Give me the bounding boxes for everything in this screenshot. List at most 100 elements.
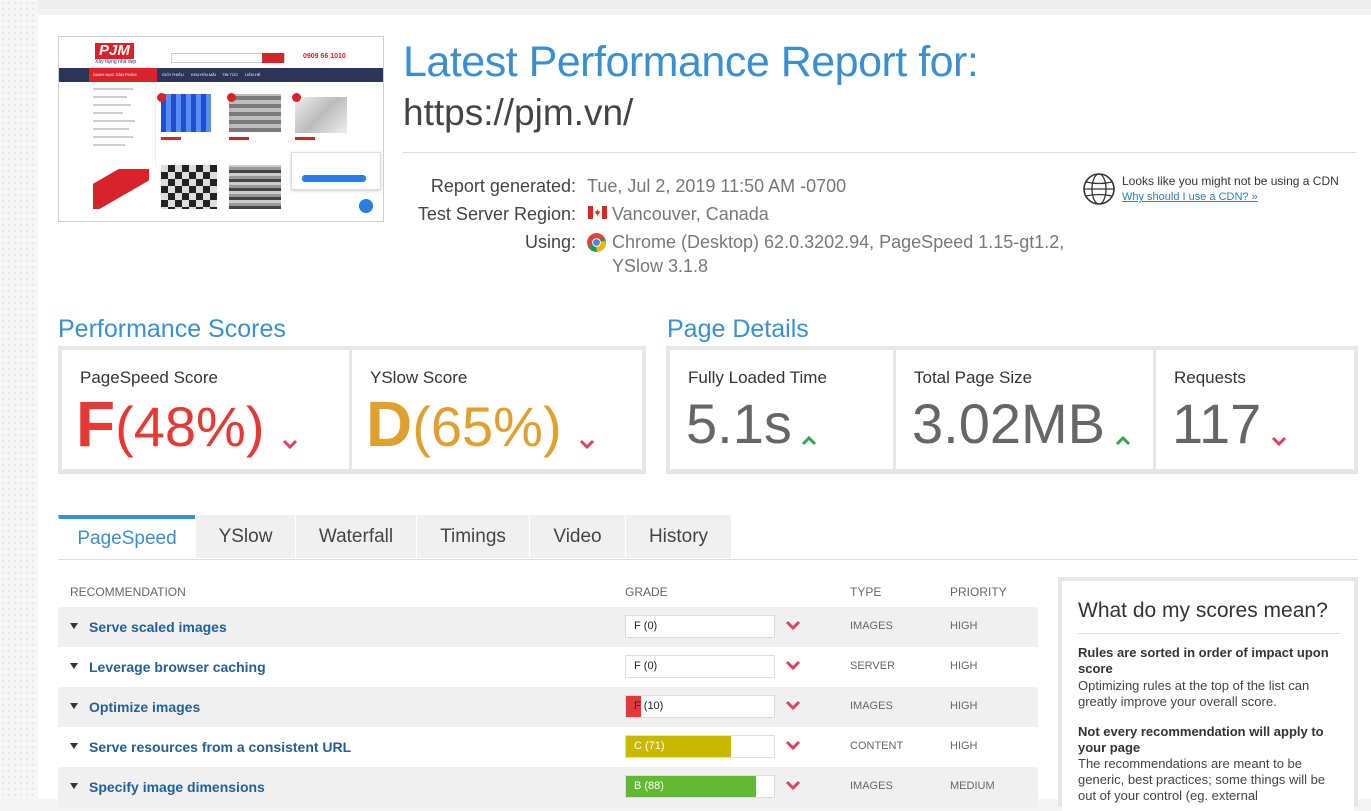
column-header-grade[interactable]: GRADE [625,585,668,599]
trend-down-icon [579,401,595,461]
globe-icon [1083,173,1115,205]
requests-card: Requests 117 [1156,350,1354,469]
expand-triangle-icon[interactable] [70,783,78,789]
grade-bar: F (0) [625,615,775,638]
trend-up-icon [1115,398,1131,458]
requests-value: 117 [1172,392,1262,455]
thumb-nav-item: KHUYẾN MÃI [191,72,216,77]
performance-scores-box: PageSpeed Score F(48%) YSlow Score D(65%… [58,346,646,474]
fully-loaded-label: Fully Loaded Time [688,368,827,387]
recommendation-name[interactable]: Optimize images [89,699,200,715]
expand-triangle-icon[interactable] [70,623,78,629]
pagespeed-score-card: PageSpeed Score F(48%) [62,350,349,469]
report-url: https://pjm.vn/ [403,92,634,133]
grade-bar: F (0) [625,655,775,678]
grade-bar: C (71) [625,735,775,758]
chevron-down-icon[interactable] [785,739,801,751]
pagespeed-percent: (48%) [115,395,265,458]
trend-down-icon [1271,398,1287,458]
thumb-messenger-icon [359,199,373,213]
page-details-title: Page Details [667,315,809,343]
explainer-text-1: Optimizing rules at the top of the list … [1078,678,1310,709]
recommendation-name[interactable]: Serve resources from a consistent URL [89,739,351,755]
yslow-score-label: YSlow Score [370,368,468,387]
chevron-down-icon[interactable] [785,659,801,671]
thumb-nav-item: TIN TỨC [222,72,239,77]
recommendation-type: IMAGES [850,780,893,792]
thumb-product-blue-tiles [161,94,211,132]
grade-text: C (71) [634,740,665,752]
chevron-down-icon[interactable] [785,779,801,791]
page-title: Latest Performance Report for: [403,38,979,86]
grade-text: F (0) [634,620,658,632]
thumb-chat-popup [291,152,381,190]
trend-down-icon [282,401,298,461]
cdn-notice: Looks like you might not be using a CDN [1122,174,1339,188]
canada-flag-icon [588,206,607,219]
tab-pagespeed[interactable]: PageSpeed [58,515,195,559]
grade-bar: F (10) [625,695,775,718]
tab-history[interactable]: History [625,515,731,558]
recommendation-name[interactable]: Leverage browser caching [89,659,266,675]
table-row[interactable]: Leverage browser caching F (0) SERVER HIGH [58,647,1038,687]
recommendation-name[interactable]: Specify image dimensions [89,779,265,795]
table-row[interactable]: Serve resources from a consistent URL C (… [58,727,1038,767]
column-header-type[interactable]: TYPE [850,585,881,599]
left-pattern-strip [0,0,38,799]
table-row[interactable]: Optimize images F (10) IMAGES HIGH [58,687,1038,727]
using-value-line1: Chrome (Desktop) 62.0.3202.94, PageSpeed… [612,232,1065,252]
fully-loaded-value: 5.1s [686,392,792,455]
tab-yslow[interactable]: YSlow [195,515,295,558]
report-tabs: PageSpeed YSlow Waterfall Timings Video … [58,515,1358,560]
column-header-priority[interactable]: PRIORITY [950,585,1007,599]
chevron-down-icon[interactable] [785,619,801,631]
scores-explainer-panel: What do my scores mean? Rules are sorted… [1058,577,1358,811]
pagespeed-score-label: PageSpeed Score [80,368,218,387]
total-page-size-label: Total Page Size [914,368,1033,387]
region-label: Test Server Region: [417,204,576,224]
fully-loaded-value-wrap: 5.1s [686,394,817,458]
recommendation-type: SERVER [850,660,896,672]
thumb-nav-item: GIỚI THIỆU [162,72,184,77]
thumb-tagline: Xây dựng nhà đẹp [95,59,137,65]
chevron-down-icon[interactable] [785,699,801,711]
fully-loaded-card: Fully Loaded Time 5.1s [670,350,893,469]
explainer-heading-2: Not every recommendation will apply to y… [1078,724,1324,755]
table-row[interactable]: Serve scaled images F (0) IMAGES HIGH [58,607,1038,647]
thumb-product-marble [295,97,347,133]
yslow-score-card: YSlow Score D(65%) [352,350,642,469]
grade-text: F (0) [634,660,658,672]
expand-triangle-icon[interactable] [70,743,78,749]
site-screenshot-thumbnail: PJM Xây dựng nhà đẹp 0909 66 1010 DANH M… [58,36,384,222]
grade-bar: B (88) [625,775,775,798]
thumb-nav-item: DANH MỤC SẢN PHẨM [93,72,137,77]
total-page-size-value-wrap: 3.02MB [912,394,1131,458]
page-details-box: Fully Loaded Time 5.1s Total Page Size 3… [666,346,1358,474]
recommendation-name[interactable]: Serve scaled images [89,619,227,635]
recommendation-priority: MEDIUM [950,780,995,792]
scores-explainer-inner: What do my scores mean? Rules are sorted… [1062,581,1354,811]
tab-timings[interactable]: Timings [416,515,529,558]
thumb-category-list [89,82,156,167]
generated-value: Tue, Jul 2, 2019 11:50 AM -0700 [587,176,847,196]
thumb-logo: PJM [95,43,134,59]
chrome-icon [587,233,606,252]
pagespeed-score-value: F(48%) [76,392,298,461]
expand-triangle-icon[interactable] [70,663,78,669]
thumb-hotline: 0909 66 1010 [303,53,346,60]
top-strip [0,0,1371,9]
generated-label: Report generated: [430,176,576,196]
cdn-help-link[interactable]: Why should I use a CDN? » [1122,191,1258,203]
tab-waterfall[interactable]: Waterfall [295,515,416,558]
expand-triangle-icon[interactable] [70,703,78,709]
explainer-heading-1: Rules are sorted in order of impact upon… [1078,645,1329,676]
requests-label: Requests [1174,368,1246,387]
recommendation-type: CONTENT [850,740,904,752]
tab-video[interactable]: Video [529,515,625,558]
recommendation-type: IMAGES [850,620,893,632]
column-header-recommendation[interactable]: RECOMMENDATION [70,585,186,599]
table-row[interactable]: Specify image dimensions B (88) IMAGES MEDI… [58,767,1038,807]
total-page-size-card: Total Page Size 3.02MB [896,350,1153,469]
yslow-grade: D [366,388,413,460]
region-value: Vancouver, Canada [612,204,769,224]
